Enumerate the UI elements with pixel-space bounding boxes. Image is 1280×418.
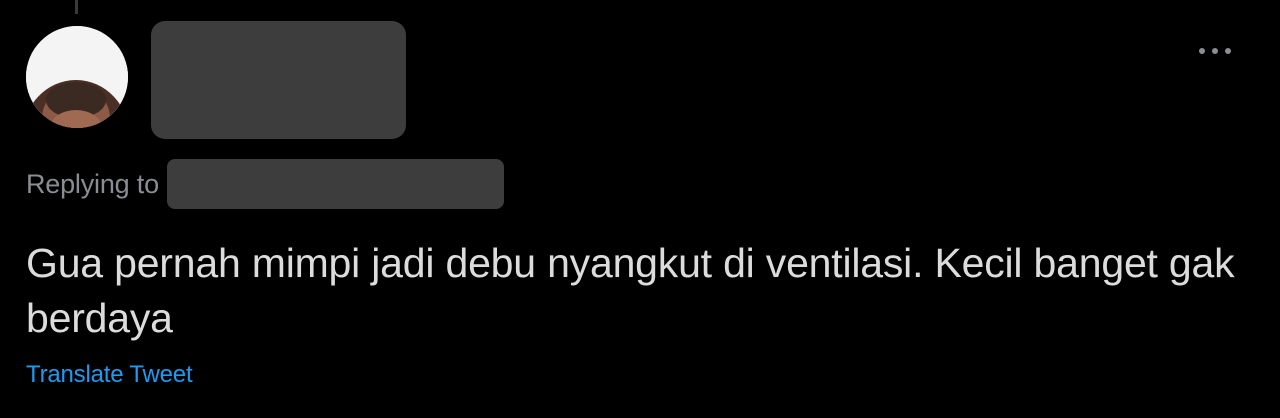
tweet-text: Gua pernah mimpi jadi debu nyangkut di v… <box>26 240 1235 341</box>
replying-to-label: Replying to <box>26 168 159 199</box>
translate-tweet-link[interactable]: Translate Tweet <box>26 361 193 389</box>
more-horizontal-icon <box>1199 48 1231 54</box>
more-options-button[interactable] <box>1192 36 1238 66</box>
reply-handle-redacted[interactable] <box>166 159 504 209</box>
avatar-image <box>26 26 128 128</box>
replying-to-row: Replying to <box>26 159 504 209</box>
author-name-redacted[interactable] <box>151 21 406 139</box>
avatar[interactable] <box>26 26 128 128</box>
thread-connector-line <box>75 0 78 14</box>
